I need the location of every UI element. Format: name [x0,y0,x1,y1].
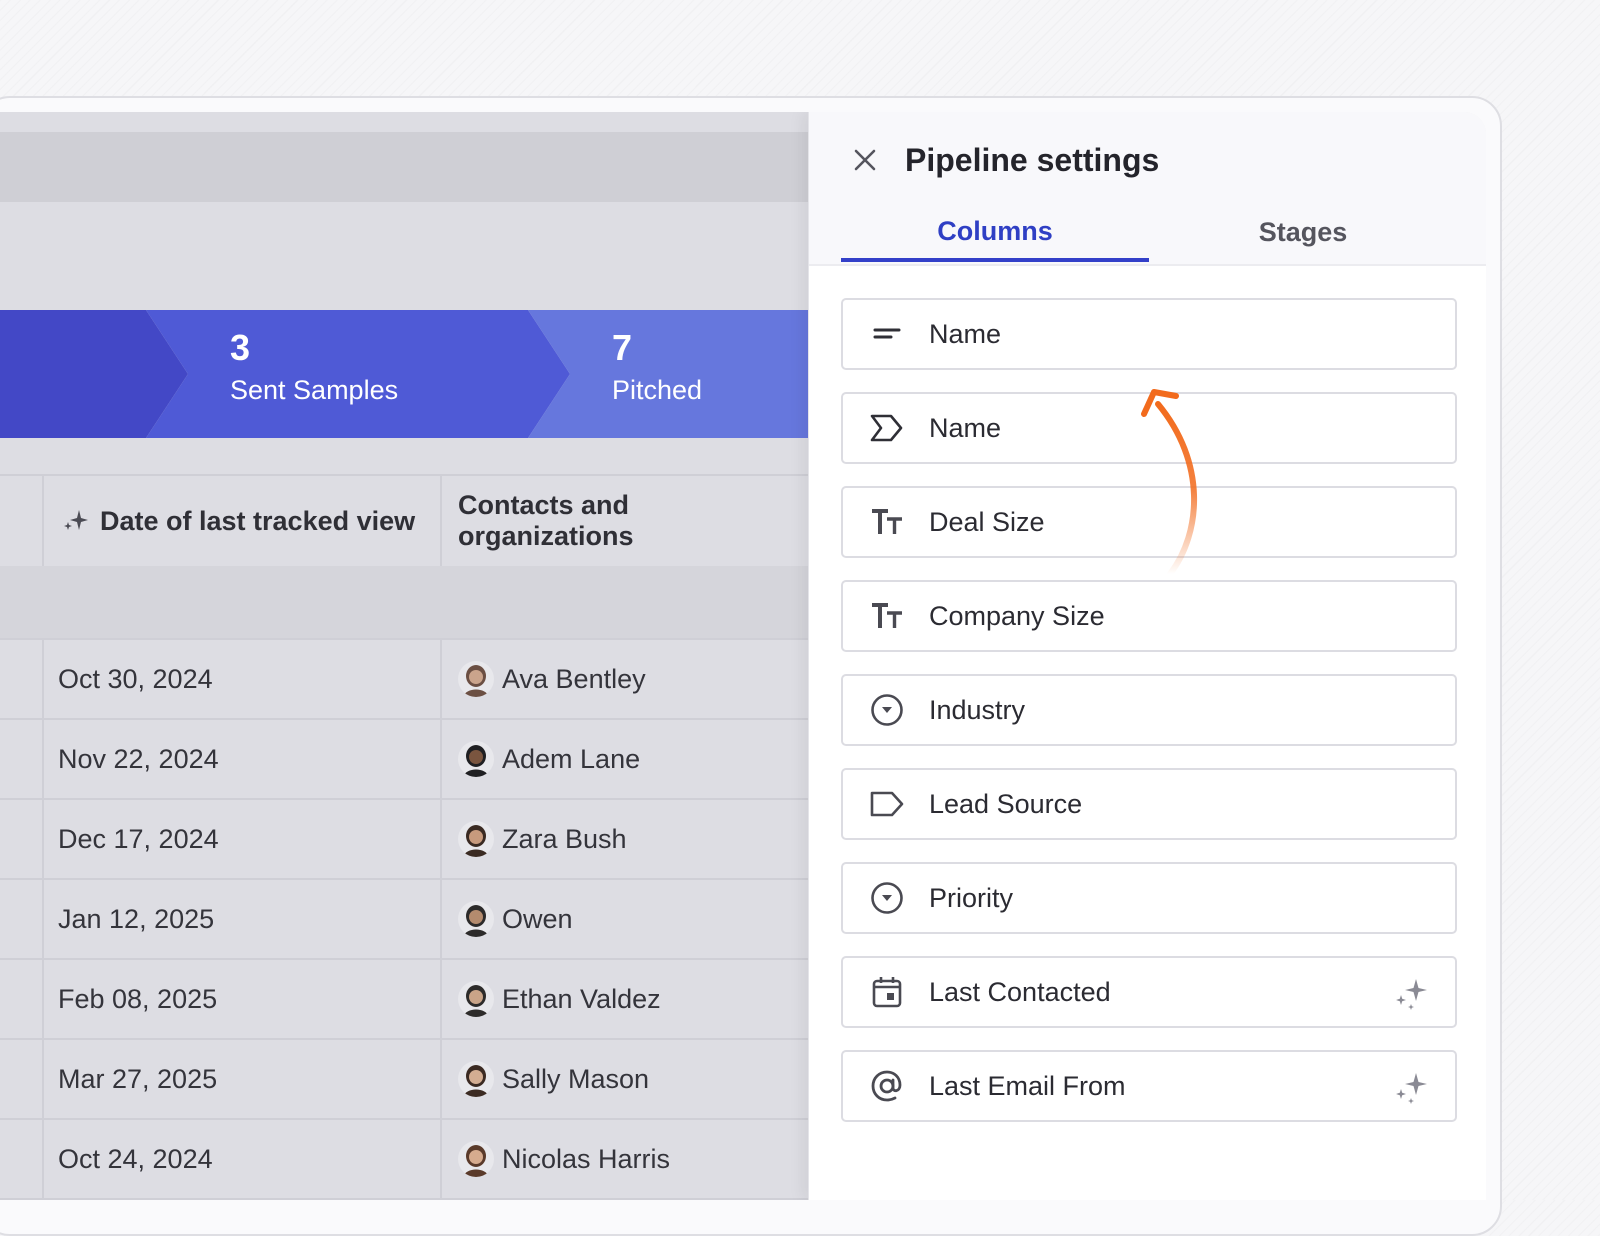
pipeline-stages-bar: 3 Sent Samples 7 Pitched [0,310,808,438]
contact-cell[interactable]: Nicolas Harris [458,1120,670,1198]
column-field[interactable]: Company Size [841,580,1457,652]
tag-icon [867,784,907,824]
column-field[interactable]: Priority [841,862,1457,934]
text-size-icon [867,596,907,636]
column-header-label: Date of last tracked view [100,505,416,536]
stage-count: 7 [612,327,633,368]
tab-stages[interactable]: Stages [1149,204,1457,260]
table-row[interactable]: Mar 27, 2025 Sally Mason [0,1040,808,1120]
field-label: Lead Source [929,788,1083,819]
stage-pitched[interactable]: 7 Pitched [612,326,702,408]
table-row[interactable]: Oct 24, 2024 Nicolas Harris [0,1120,808,1200]
contact-name: Ava Bentley [502,663,646,694]
field-label: Company Size [929,600,1105,631]
column-field[interactable]: Last Email From [841,1050,1457,1122]
chevron-tag-icon [867,408,907,448]
close-button[interactable] [845,142,885,182]
date-cell: Nov 22, 2024 [58,743,219,774]
sparkle-icon [62,507,90,535]
avatar [458,1061,494,1097]
text-size-icon [867,502,907,542]
toolbar [0,132,808,202]
column-field[interactable]: Industry [841,674,1457,746]
at-icon [867,1066,907,1106]
field-label: Last Email From [929,1070,1126,1101]
field-label: Name [929,412,1002,443]
stage-label: Pitched [612,375,703,405]
date-cell: Oct 30, 2024 [58,663,213,694]
contact-cell[interactable]: Sally Mason [458,1040,649,1118]
group-row [0,566,808,640]
field-label: Last Contacted [929,976,1111,1007]
field-label: Priority [929,882,1014,913]
close-icon [853,148,877,177]
table-row[interactable]: Dec 17, 2024 Zara Bush [0,800,808,880]
contact-cell[interactable]: Adem Lane [458,720,640,798]
dropdown-circle-icon [867,690,907,730]
tab-columns[interactable]: Columns [841,204,1149,262]
stage-count: 3 [230,327,251,368]
avatar [458,1141,494,1177]
sparkle-icon [1393,1070,1429,1106]
contact-name: Zara Bush [502,823,627,854]
contact-name: Owen [502,903,573,934]
field-label: Name [929,318,1002,349]
dropdown-circle-icon [867,878,907,918]
date-cell: Feb 08, 2025 [58,983,218,1014]
contact-cell[interactable]: Ava Bentley [458,640,646,718]
avatar [458,661,494,697]
pipeline-app: 3 Sent Samples 7 Pitched Date of last tr… [0,112,1486,1200]
panel-title: Pipeline settings [905,142,1160,178]
table-row[interactable]: Jan 12, 2025 Owen [0,880,808,960]
table-row[interactable]: Oct 30, 2024 Ava Bentley [0,640,808,720]
callout-arrow-icon [1141,389,1198,577]
column-header-contacts[interactable]: Contacts and organizations [458,476,808,566]
column-header-label: Contacts and organizations [458,490,634,551]
date-cell: Dec 17, 2024 [58,823,219,854]
contact-name: Ethan Valdez [502,983,661,1014]
contact-cell[interactable]: Ethan Valdez [458,960,661,1038]
table-header-row: Date of last tracked view Contacts and o… [0,474,808,568]
field-label: Industry [929,694,1026,725]
column-field[interactable]: Last Contacted [841,956,1457,1028]
contact-cell[interactable]: Zara Bush [458,800,627,878]
column-header-date[interactable]: Date of last tracked view [62,476,415,566]
date-cell: Jan 12, 2025 [58,903,215,934]
date-cell: Mar 27, 2025 [58,1063,218,1094]
avatar [458,901,494,937]
avatar [458,981,494,1017]
contact-name: Sally Mason [502,1063,650,1094]
avatar [458,821,494,857]
contact-name: Adem Lane [502,743,641,774]
column-field[interactable]: Name [841,298,1457,370]
field-label: Deal Size [929,506,1045,537]
column-field[interactable]: Lead Source [841,768,1457,840]
table-row[interactable]: Feb 08, 2025 Ethan Valdez [0,960,808,1040]
date-cell: Oct 24, 2024 [58,1143,213,1174]
stage-sent-samples[interactable]: 3 Sent Samples [230,326,398,408]
panel-header: Pipeline settings Columns Stages [809,112,1486,266]
calendar-icon [867,972,907,1012]
pipeline-settings-panel: Pipeline settings Columns Stages Name Nam… [808,112,1486,1200]
stage-label: Sent Samples [230,375,399,405]
table-row[interactable]: Nov 22, 2024 Adem Lane [0,720,808,800]
sparkle-icon [1393,976,1429,1012]
contact-name: Nicolas Harris [502,1143,671,1174]
avatar [458,741,494,777]
contact-cell[interactable]: Owen [458,880,573,958]
text-lines-icon [867,314,907,354]
